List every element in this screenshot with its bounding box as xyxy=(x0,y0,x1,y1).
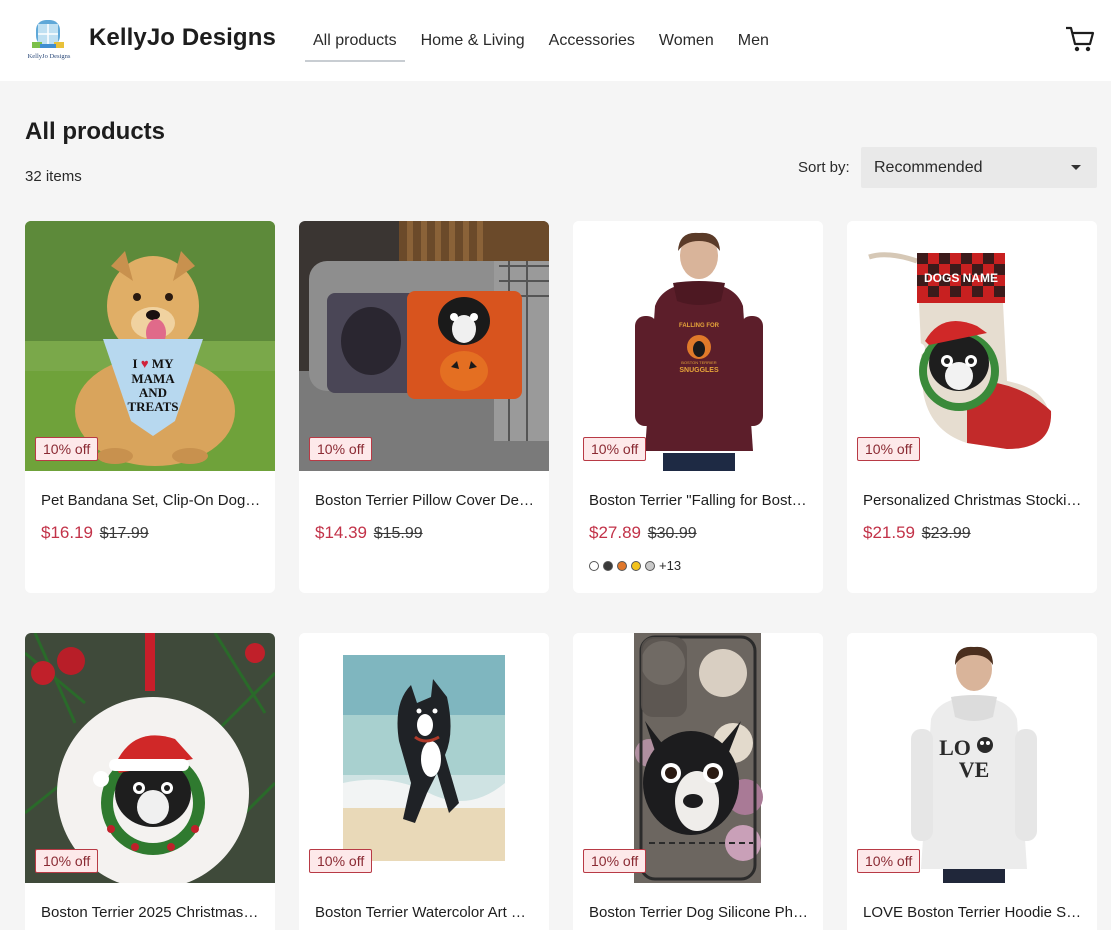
color-swatch[interactable] xyxy=(603,560,613,571)
nav-women[interactable]: Women xyxy=(651,23,722,59)
caret-down-icon xyxy=(1071,165,1081,170)
product-card[interactable]: 10% off Boston Terrier Watercolor Art Pr… xyxy=(299,633,549,930)
discount-badge: 10% off xyxy=(309,849,373,873)
nav-accessories[interactable]: Accessories xyxy=(541,23,643,59)
product-name[interactable]: Boston Terrier Watercolor Art Print xyxy=(315,904,535,921)
sale-price: $27.89 xyxy=(589,523,641,542)
product-name[interactable]: Boston Terrier 2025 Christmas Ornament xyxy=(41,904,261,921)
color-swatch[interactable] xyxy=(631,560,641,571)
discount-badge: 10% off xyxy=(309,437,373,461)
discount-badge: 10% off xyxy=(857,437,921,461)
product-image: 2025 xyxy=(25,633,275,883)
product-card[interactable]: FALLING FOR BOSTON TERRIER SNUGGLES 10% … xyxy=(573,221,823,593)
bandana-text-i: I xyxy=(133,356,138,371)
brand-name[interactable]: KellyJo Designs xyxy=(89,24,276,52)
bandana-text-my: MY xyxy=(152,356,174,371)
nav-home-living[interactable]: Home & Living xyxy=(413,23,533,59)
discount-badge: 10% off xyxy=(35,437,99,461)
product-card[interactable]: DOGS NAME 10% off Personalized Christmas… xyxy=(847,221,1097,593)
product-card[interactable]: 2025 10% off Boston Terrier 2025 Christm… xyxy=(25,633,275,930)
page-title: All products xyxy=(25,118,166,145)
discount-badge: 10% off xyxy=(583,849,647,873)
product-card[interactable]: 10% off Boston Terrier Pillow Cover Deco… xyxy=(299,221,549,593)
stocking-text-dogs-name: DOGS NAME xyxy=(924,271,998,285)
sort-label: Sort by: xyxy=(798,159,850,176)
product-name[interactable]: Boston Terrier "Falling for Boston Terri… xyxy=(589,492,809,509)
sale-price: $14.39 xyxy=(315,523,367,542)
original-price: $17.99 xyxy=(99,525,149,542)
color-swatch[interactable] xyxy=(617,560,627,571)
product-image xyxy=(299,221,549,471)
cart-icon[interactable] xyxy=(1064,24,1096,54)
product-price: $21.59 $23.99 xyxy=(863,523,971,543)
color-swatch[interactable] xyxy=(589,560,599,571)
product-image xyxy=(299,633,549,883)
product-image xyxy=(573,633,823,883)
product-price: $16.19 $17.99 xyxy=(41,523,149,543)
hoodie-text-boston: BOSTON TERRIER xyxy=(681,360,717,365)
site-header: KellyJo Designs KellyJo Designs All prod… xyxy=(0,0,1111,81)
product-name[interactable]: Personalized Christmas Stocking xyxy=(863,492,1083,509)
discount-badge: 10% off xyxy=(35,849,99,873)
svg-text:I ♥ MY: I ♥ MY xyxy=(133,356,175,371)
sale-price: $21.59 xyxy=(863,523,915,542)
logo-text: KellyJo Designs xyxy=(28,53,71,60)
color-swatches: +13 xyxy=(589,558,681,573)
discount-badge: 10% off xyxy=(857,849,921,873)
hoodie-text-falling: FALLING FOR xyxy=(679,323,720,329)
product-image: DOGS NAME xyxy=(847,221,1097,471)
item-count: 32 items xyxy=(25,168,82,185)
more-colors-count: +13 xyxy=(659,558,682,573)
sort-dropdown[interactable]: Recommended xyxy=(861,147,1097,188)
product-name[interactable]: LOVE Boston Terrier Hoodie Sweatshirt xyxy=(863,904,1083,921)
product-image: I ♥ MY MAMA AND TREATS xyxy=(25,221,275,471)
product-name[interactable]: Boston Terrier Pillow Cover Decor xyxy=(315,492,535,509)
product-image: LO VE xyxy=(847,633,1097,883)
product-image: FALLING FOR BOSTON TERRIER SNUGGLES xyxy=(573,221,823,471)
product-price: $14.39 $15.99 xyxy=(315,523,423,543)
original-price: $15.99 xyxy=(373,525,423,542)
product-name[interactable]: Boston Terrier Dog Silicone Phone Case xyxy=(589,904,809,921)
nav-men[interactable]: Men xyxy=(730,23,777,59)
product-card[interactable]: 10% off Boston Terrier Dog Silicone Phon… xyxy=(573,633,823,930)
sale-price: $16.19 xyxy=(41,523,93,542)
brand-logo[interactable]: KellyJo Designs xyxy=(24,16,74,62)
bandana-text-and: AND xyxy=(139,385,167,400)
color-swatch[interactable] xyxy=(645,560,655,571)
product-name[interactable]: Pet Bandana Set, Clip-On Dog Bandana xyxy=(41,492,261,509)
hoodie-text-snuggles: SNUGGLES xyxy=(679,367,719,374)
hoodie-text-ve: VE xyxy=(959,757,990,782)
bandana-text-treats: TREATS xyxy=(127,399,178,414)
nav-all-products[interactable]: All products xyxy=(305,23,405,62)
original-price: $30.99 xyxy=(647,525,697,542)
sort-value: Recommended xyxy=(874,159,983,176)
bandana-text-mama: MAMA xyxy=(131,371,175,386)
main-nav: All products Home & Living Accessories W… xyxy=(305,0,785,81)
discount-badge: 10% off xyxy=(583,437,647,461)
product-price: $27.89 $30.99 xyxy=(589,523,697,543)
original-price: $23.99 xyxy=(921,525,971,542)
product-card[interactable]: I ♥ MY MAMA AND TREATS 10% off Pet Banda… xyxy=(25,221,275,593)
product-card[interactable]: LO VE 10% off LOVE Boston Terrier Hoodie… xyxy=(847,633,1097,930)
